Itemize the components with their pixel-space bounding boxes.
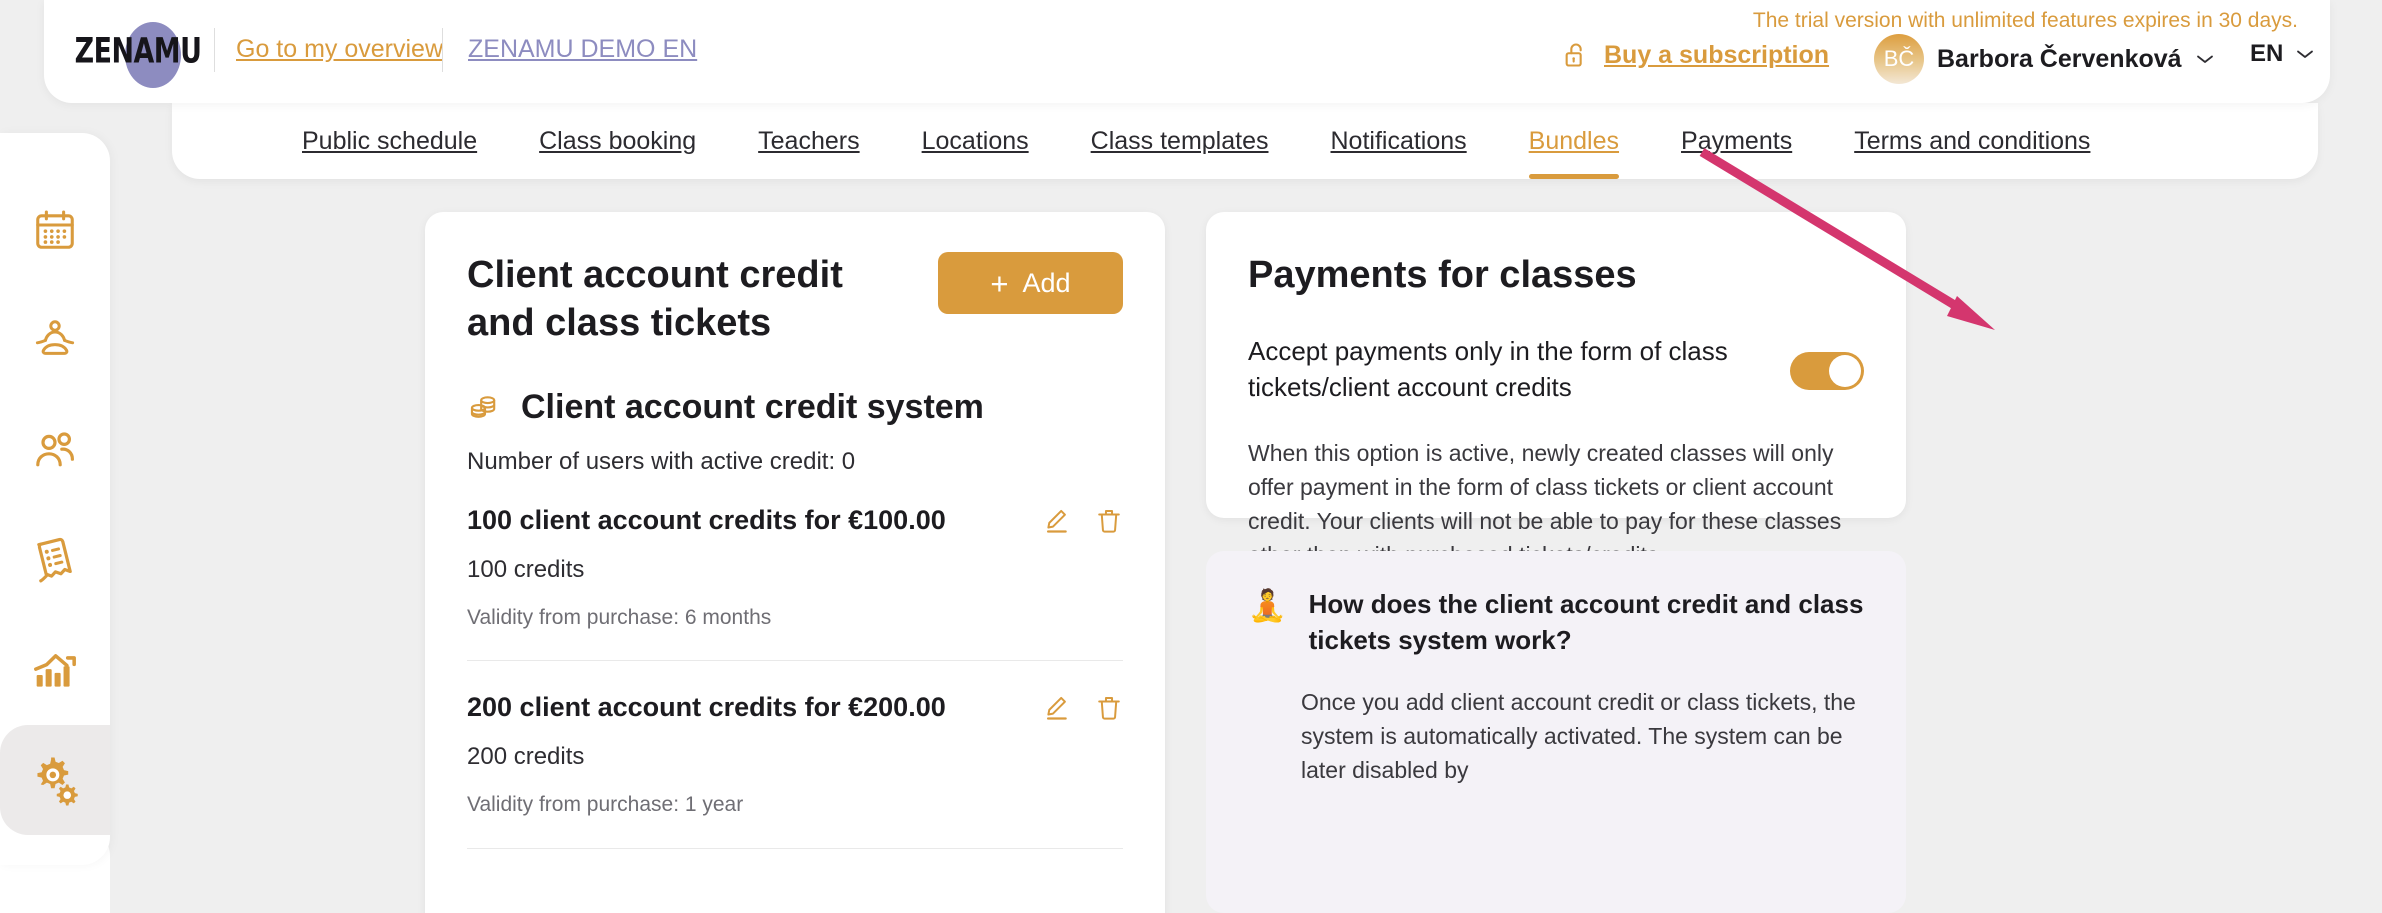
credit-bundle-validity: Validity from purchase: 6 months [467, 605, 772, 629]
tab-terms-and-conditions[interactable]: Terms and conditions [1854, 103, 2090, 179]
add-button-label: Add [1022, 267, 1071, 298]
avatar: BČ [1874, 34, 1924, 84]
studio-name-link[interactable]: ZENAMU DEMO EN [468, 37, 697, 62]
credit-bundle-name: 100 client account credits for €100.00 [467, 505, 946, 536]
payments-for-classes-card: Payments for classes Accept payments onl… [1206, 212, 1906, 708]
credit-bundle-actions [1043, 693, 1123, 723]
language-selector[interactable]: EN [2250, 42, 2315, 66]
active-users-count: Number of users with active credit: 0 [467, 447, 856, 475]
settings-gears-icon [37, 757, 78, 806]
user-name: Barbora Červenková [1937, 44, 2182, 73]
zenamu-logo[interactable]: ZENAMU [70, 14, 206, 88]
sidebar-item-classes[interactable] [0, 285, 110, 395]
secondary-nav-items: Public schedule Class booking Teachers L… [172, 103, 2090, 179]
accept-payments-setting: Accept payments only in the form of clas… [1248, 334, 1864, 406]
divider [442, 28, 443, 72]
trial-notice: The trial version with unlimited feature… [1752, 9, 2298, 32]
divider [214, 28, 215, 72]
page-title: Client account credit and class tickets [467, 254, 843, 344]
tab-bundles[interactable]: Bundles [1528, 103, 1620, 179]
trash-icon [1098, 696, 1120, 720]
buy-subscription-label: Buy a subscription [1604, 40, 1830, 69]
credit-bundle-quantity: 100 credits [467, 555, 585, 583]
tab-notifications[interactable]: Notifications [1331, 103, 1467, 179]
tab-payments[interactable]: Payments [1681, 103, 1792, 179]
credit-bundle-quantity: 200 credits [467, 742, 585, 770]
tab-class-booking[interactable]: Class booking [539, 103, 696, 179]
calendar-icon [36, 210, 74, 249]
toggle-knob [1829, 354, 1861, 387]
credit-bundle-row: 100 client account credits for €100.00 1… [467, 474, 1123, 628]
tab-teachers[interactable]: Teachers [758, 103, 859, 179]
delete-button[interactable] [1095, 506, 1123, 536]
help-info-body: Once you add client account credit or cl… [1301, 688, 1856, 783]
sidebar-item-schedule[interactable] [0, 175, 110, 285]
buy-subscription-button[interactable]: Buy a subscription [1562, 41, 1829, 69]
edit-button[interactable] [1043, 693, 1071, 723]
language-code: EN [2250, 40, 2284, 67]
credit-bundle-row: 200 client account credits for €200.00 2… [467, 659, 1123, 816]
help-info-title: How does the client account credit and c… [1308, 589, 1864, 655]
client-credit-card: Client account credit and class tickets … [425, 212, 1165, 913]
add-button[interactable]: + Add [938, 252, 1123, 314]
logo-text: ZENAMU [74, 29, 202, 71]
coins-icon [470, 396, 496, 418]
yoga-person-icon [35, 320, 75, 355]
app-root: ZENAMU Go to my overview ZENAMU DEMO EN … [0, 0, 2382, 913]
pencil-icon [1046, 696, 1067, 720]
credit-system-title: Client account credit system [521, 387, 984, 426]
chevron-down-icon [2196, 55, 2213, 63]
document-list-icon [37, 537, 72, 583]
credit-card-header: Client account credit and class tickets … [467, 252, 1123, 348]
meditating-person-icon: 🧘 [1248, 588, 1287, 623]
plus-icon: + [990, 265, 1009, 301]
help-info-panel: 🧘 How does the client account credit and… [1206, 551, 1906, 913]
payments-card-title: Payments for classes [1248, 254, 1637, 296]
credit-bundle-name: 200 client account credits for €200.00 [467, 692, 946, 723]
tab-class-templates[interactable]: Class templates [1091, 103, 1269, 179]
accept-payments-toggle[interactable] [1790, 351, 1864, 390]
sidebar-nav [0, 133, 110, 865]
go-to-overview-link[interactable]: Go to my overview [236, 37, 443, 62]
divider [467, 847, 1123, 849]
tab-locations[interactable]: Locations [922, 103, 1029, 179]
credit-bundle-row-main: 200 client account credits for €200.00 [467, 693, 1123, 723]
pencil-icon [1046, 509, 1067, 533]
edit-button[interactable] [1043, 506, 1071, 536]
tab-public-schedule[interactable]: Public schedule [302, 103, 477, 179]
delete-button[interactable] [1095, 693, 1123, 723]
sidebar-item-clients[interactable] [0, 395, 110, 505]
main-content: Client account credit and class tickets … [110, 179, 2382, 913]
accept-payments-label: Accept payments only in the form of clas… [1248, 335, 1728, 402]
secondary-nav: Public schedule Class booking Teachers L… [172, 103, 2318, 179]
user-menu[interactable]: BČ Barbora Červenková [1874, 34, 2215, 84]
trash-icon [1098, 509, 1120, 533]
top-bar: ZENAMU Go to my overview ZENAMU DEMO EN … [44, 0, 2330, 103]
sidebar-item-settings[interactable] [0, 725, 110, 835]
help-info-header: 🧘 How does the client account credit and… [1248, 587, 1864, 659]
credit-bundle-validity: Validity from purchase: 1 year [467, 792, 744, 816]
sidebar-item-statistics[interactable] [0, 615, 110, 725]
credit-bundle-row-main: 100 client account credits for €100.00 [467, 506, 1123, 536]
people-icon [36, 432, 74, 467]
credit-system-header: Client account credit system [467, 390, 1123, 424]
credit-bundle-actions [1043, 506, 1123, 536]
bar-chart-icon [34, 654, 76, 687]
sidebar-item-documents[interactable] [0, 505, 110, 615]
unlock-icon [1565, 43, 1582, 67]
chevron-down-icon [2297, 50, 2314, 58]
